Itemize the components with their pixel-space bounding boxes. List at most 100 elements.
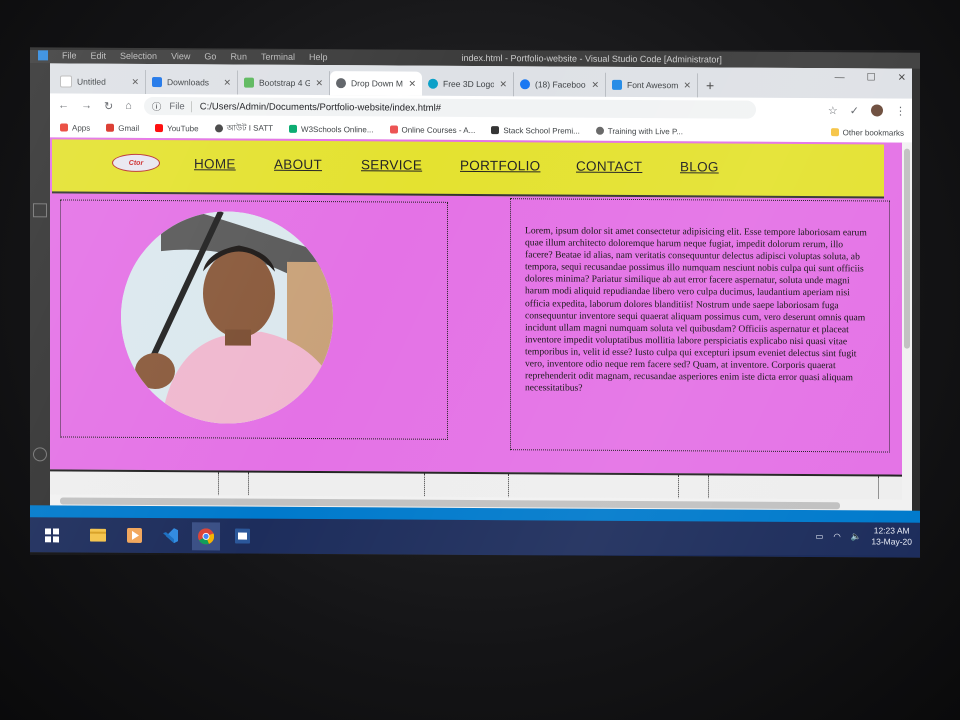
reload-icon[interactable]: ↻ bbox=[104, 99, 113, 112]
vscode-taskbar-icon[interactable] bbox=[156, 522, 184, 550]
extensions-icon[interactable] bbox=[33, 203, 47, 218]
new-tab-button[interactable]: + bbox=[706, 77, 714, 93]
tab-label: Font Awesome bbox=[627, 79, 679, 91]
tab-label: Drop Down M bbox=[351, 78, 403, 89]
stack-icon bbox=[491, 126, 500, 135]
globe-icon bbox=[336, 78, 346, 89]
training-icon bbox=[595, 126, 604, 135]
vscode-menu-terminal[interactable]: Terminal bbox=[261, 52, 295, 62]
logo-text: Ctor bbox=[128, 159, 144, 167]
about-paragraph: Lorem, ipsum dolor sit amet consectetur … bbox=[525, 225, 867, 394]
tab-bootstrap[interactable]: Bootstrap 4 Gr ✕ bbox=[238, 70, 330, 96]
check-icon[interactable]: ✓ bbox=[850, 104, 859, 117]
home-icon[interactable]: ⌂ bbox=[125, 100, 132, 112]
volume-icon[interactable]: 🔈 bbox=[851, 531, 862, 542]
profile-avatar[interactable] bbox=[871, 104, 883, 117]
maximize-icon[interactable]: ☐ bbox=[867, 72, 876, 83]
windows-start-icon[interactable] bbox=[38, 521, 66, 549]
nav-blog[interactable]: BLOG bbox=[680, 159, 719, 174]
address-scheme: File bbox=[169, 100, 192, 112]
bookmark-label: Other bookmarks bbox=[842, 127, 904, 138]
tab-label: (18) Facebook bbox=[535, 79, 587, 90]
close-icon[interactable]: ✕ bbox=[408, 78, 416, 89]
tab-label: Bootstrap 4 Gr bbox=[259, 77, 311, 88]
bookmark-label: Online Courses - A... bbox=[401, 125, 476, 135]
vscode-menu-view[interactable]: View bbox=[171, 51, 190, 61]
close-window-icon[interactable]: ✕ bbox=[898, 73, 906, 84]
tab-font-awesome[interactable]: Font Awesome ✕ bbox=[606, 72, 698, 98]
vscode-window-title: index.html - Portfolio-website - Visual … bbox=[461, 52, 722, 65]
nav-service[interactable]: SERVICE bbox=[361, 157, 422, 172]
vscode-menu-selection[interactable]: Selection bbox=[120, 51, 157, 61]
vscode-menu-edit[interactable]: Edit bbox=[91, 51, 107, 61]
w3schools-icon bbox=[289, 124, 298, 133]
battery-icon[interactable]: ▭ bbox=[815, 531, 823, 542]
youtube-icon bbox=[155, 124, 164, 133]
site-logo[interactable]: Ctor bbox=[112, 153, 160, 173]
bookmark-w3schools[interactable]: W3Schools Online... bbox=[289, 124, 374, 134]
vscode-menu-help[interactable]: Help bbox=[309, 52, 328, 62]
word-taskbar-icon[interactable] bbox=[228, 522, 256, 550]
nav-portfolio[interactable]: PORTFOLIO bbox=[460, 158, 540, 173]
tab-downloads[interactable]: Downloads ✕ bbox=[146, 69, 238, 95]
nav-about[interactable]: ABOUT bbox=[274, 157, 322, 172]
logo-site-icon bbox=[428, 78, 438, 89]
clock-time: 12:23 AM bbox=[873, 525, 910, 536]
screen: File Edit Selection View Go Run Terminal… bbox=[30, 47, 920, 558]
chrome-taskbar-icon[interactable] bbox=[192, 521, 220, 550]
forward-icon[interactable]: → bbox=[81, 100, 92, 112]
gear-icon[interactable] bbox=[33, 447, 47, 462]
page-icon bbox=[60, 75, 72, 88]
close-icon[interactable]: ✕ bbox=[223, 77, 231, 88]
clock[interactable]: 12:23 AM 13-May-20 bbox=[871, 525, 912, 547]
media-player-icon[interactable] bbox=[120, 521, 148, 549]
facebook-icon bbox=[520, 79, 530, 90]
close-icon[interactable]: ✕ bbox=[499, 79, 507, 90]
file-explorer-icon[interactable] bbox=[84, 521, 112, 549]
tab-3d-logo[interactable]: Free 3D Logo ✕ bbox=[422, 71, 514, 97]
close-icon[interactable]: ✕ bbox=[131, 76, 139, 87]
bookmark-gmail[interactable]: Gmail bbox=[106, 123, 139, 132]
close-icon[interactable]: ✕ bbox=[591, 79, 599, 90]
star-icon[interactable]: ☆ bbox=[828, 104, 838, 117]
vertical-scrollbar[interactable] bbox=[902, 142, 912, 514]
nav-contact[interactable]: CONTACT bbox=[576, 159, 642, 174]
vscode-icon bbox=[38, 50, 48, 61]
close-icon[interactable]: ✕ bbox=[315, 78, 323, 89]
other-bookmarks[interactable]: Other bookmarks bbox=[830, 127, 904, 138]
hero-section: Lorem, ipsum dolor sit amet consectetur … bbox=[60, 195, 890, 468]
menu-icon[interactable]: ⋮ bbox=[895, 104, 906, 117]
tab-facebook[interactable]: (18) Facebook ✕ bbox=[514, 72, 606, 97]
tab-drop-down[interactable]: Drop Down M ✕ bbox=[330, 71, 422, 96]
info-icon[interactable]: ⓘ bbox=[152, 99, 162, 113]
profile-photo bbox=[121, 210, 333, 425]
address-url: C:/Users/Admin/Documents/Portfolio-websi… bbox=[199, 100, 441, 114]
bookmark-label: Training with Live P... bbox=[607, 126, 683, 136]
vscode-activity-bar bbox=[30, 63, 50, 534]
bookmark-youtube[interactable]: YouTube bbox=[155, 123, 199, 133]
tab-untitled[interactable]: Untitled ✕ bbox=[54, 69, 146, 94]
close-icon[interactable]: ✕ bbox=[683, 80, 691, 91]
tab-label: Free 3D Logo bbox=[443, 78, 495, 90]
about-text-box: Lorem, ipsum dolor sit amet consectetur … bbox=[510, 198, 890, 453]
minimize-icon[interactable]: — bbox=[835, 72, 845, 83]
address-bar[interactable]: ⓘ File C:/Users/Admin/Documents/Portfoli… bbox=[143, 96, 756, 119]
bookmark-online-courses[interactable]: Online Courses - A... bbox=[389, 125, 476, 135]
vscode-menu-run[interactable]: Run bbox=[230, 52, 247, 62]
bookmark-satt[interactable]: আউট I SATT bbox=[214, 122, 273, 135]
profile-box bbox=[60, 199, 448, 440]
bookmark-apps[interactable]: Apps bbox=[60, 123, 90, 132]
vscode-menu-go[interactable]: Go bbox=[204, 51, 216, 61]
bookmark-label: Apps bbox=[72, 123, 91, 133]
bookmark-stack-school[interactable]: Stack School Premi... bbox=[491, 126, 580, 135]
tab-label: Untitled bbox=[77, 76, 106, 87]
scroll-thumb[interactable] bbox=[904, 148, 910, 349]
clock-date: 13-May-20 bbox=[871, 536, 912, 547]
bookmark-label: Gmail bbox=[118, 123, 140, 133]
wifi-icon[interactable]: ◠ bbox=[833, 531, 840, 542]
nav-home[interactable]: HOME bbox=[194, 156, 236, 171]
bookmark-training[interactable]: Training with Live P... bbox=[595, 126, 683, 136]
bookmark-label: YouTube bbox=[167, 123, 199, 133]
back-icon[interactable]: ← bbox=[58, 99, 69, 111]
vscode-menu-file[interactable]: File bbox=[62, 50, 77, 60]
